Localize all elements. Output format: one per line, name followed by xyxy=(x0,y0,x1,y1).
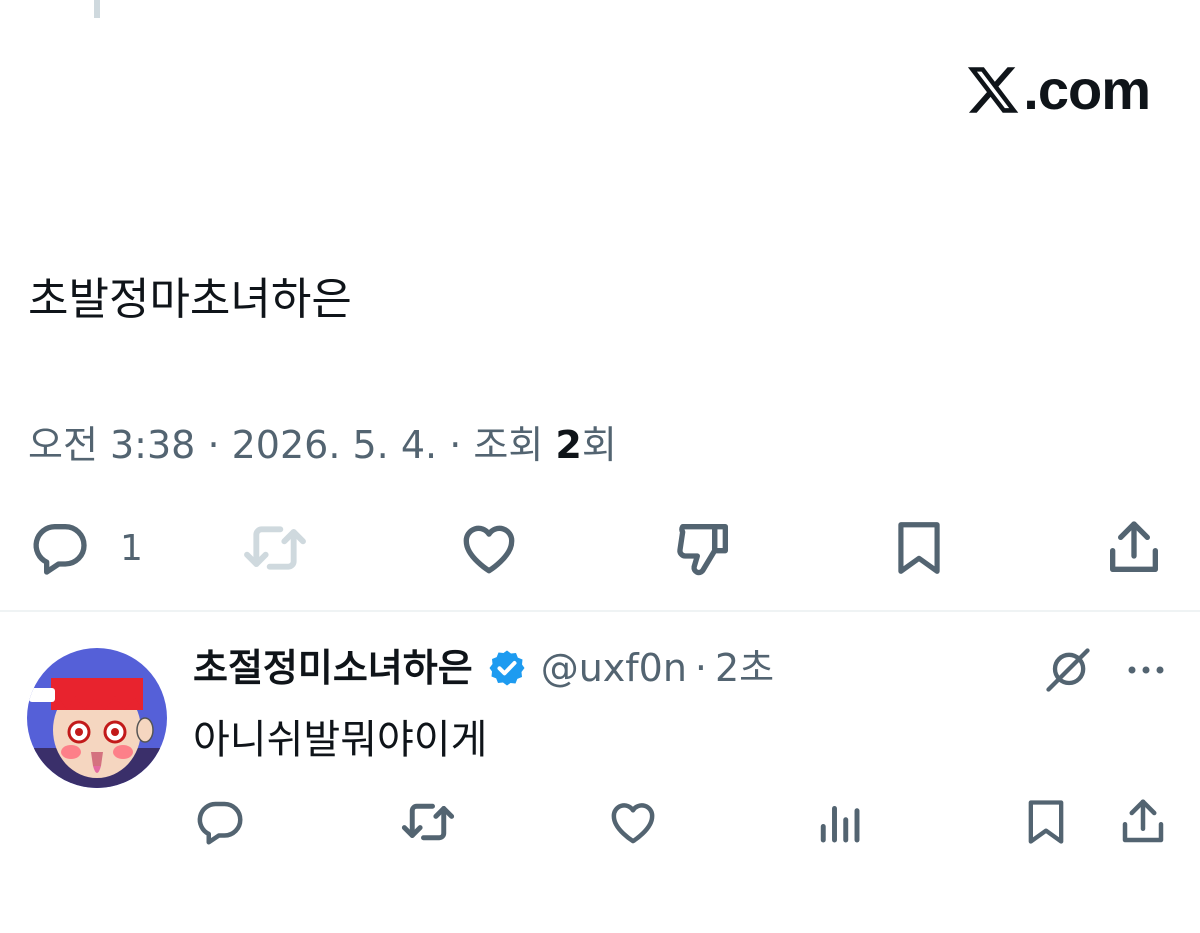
reply-reply-button[interactable] xyxy=(193,787,247,857)
analytics-icon xyxy=(820,806,860,843)
retweet-icon xyxy=(401,803,455,841)
avatar-image xyxy=(27,648,167,788)
tweet-action-bar: 1 xyxy=(0,513,1200,583)
brand-domain-text: .com xyxy=(1023,58,1151,121)
reply-share-button[interactable] xyxy=(1116,787,1170,857)
reply-views-button[interactable] xyxy=(812,787,866,857)
comment-icon xyxy=(197,801,243,845)
more-button[interactable] xyxy=(1124,652,1168,692)
reply-display-name[interactable]: 초절정미소녀하은 xyxy=(193,640,473,696)
bookmark-icon xyxy=(1028,800,1064,844)
reply-tweet[interactable]: 초절정미소녀하은 @uxf0n · 2초 아니쉬발뭐야이게 xyxy=(0,612,1200,933)
reply-button[interactable]: 1 xyxy=(28,513,143,583)
meta-separator: · xyxy=(449,423,462,467)
tweet-text: 초발정마초녀하은 xyxy=(28,274,352,325)
heart-icon xyxy=(611,803,655,844)
views-label: 조회 xyxy=(473,423,544,467)
reply-time[interactable]: 2초 xyxy=(715,640,774,696)
reply-separator: · xyxy=(694,646,707,690)
bookmark-icon xyxy=(898,522,940,574)
grok-button[interactable] xyxy=(1042,644,1094,700)
reply-text: 아니쉬발뭐야이게 xyxy=(193,717,488,763)
retweet-button-disabled xyxy=(240,513,310,583)
dislike-button[interactable] xyxy=(672,513,736,583)
comment-icon xyxy=(33,524,87,575)
share-button[interactable] xyxy=(1102,513,1166,583)
reply-like-button[interactable] xyxy=(605,787,661,857)
reply-handle[interactable]: @uxf0n xyxy=(541,640,687,696)
x-logo-icon xyxy=(968,67,1019,113)
tweet-meta: 오전 3:38 · 2026. 5. 4. · 조회 2회 xyxy=(28,418,617,472)
reply-header: 초절정미소녀하은 @uxf0n · 2초 xyxy=(193,640,774,696)
reply-count: 1 xyxy=(120,527,143,569)
like-button[interactable] xyxy=(456,513,522,583)
thumbs-down-icon xyxy=(677,524,728,576)
grok-icon xyxy=(1046,648,1090,692)
reply-retweet-button[interactable] xyxy=(398,787,458,857)
verified-badge-icon xyxy=(489,650,525,686)
views-suffix: 회 xyxy=(581,423,617,467)
heart-icon xyxy=(463,525,515,574)
tweet-time[interactable]: 오전 3:38 xyxy=(28,423,195,467)
thread-connector-line xyxy=(94,0,100,18)
meta-separator: · xyxy=(207,423,220,467)
tweet-date[interactable]: 2026. 5. 4. xyxy=(232,423,437,467)
share-icon xyxy=(1122,799,1164,843)
more-icon xyxy=(1128,666,1164,674)
share-icon xyxy=(1110,521,1158,572)
reply-bookmark-button[interactable] xyxy=(1020,787,1072,857)
x-com-brand: .com xyxy=(965,58,1151,121)
views-count[interactable]: 2 xyxy=(555,423,581,467)
bookmark-button[interactable] xyxy=(888,513,950,583)
retweet-icon xyxy=(244,526,306,570)
avatar[interactable] xyxy=(27,648,167,788)
